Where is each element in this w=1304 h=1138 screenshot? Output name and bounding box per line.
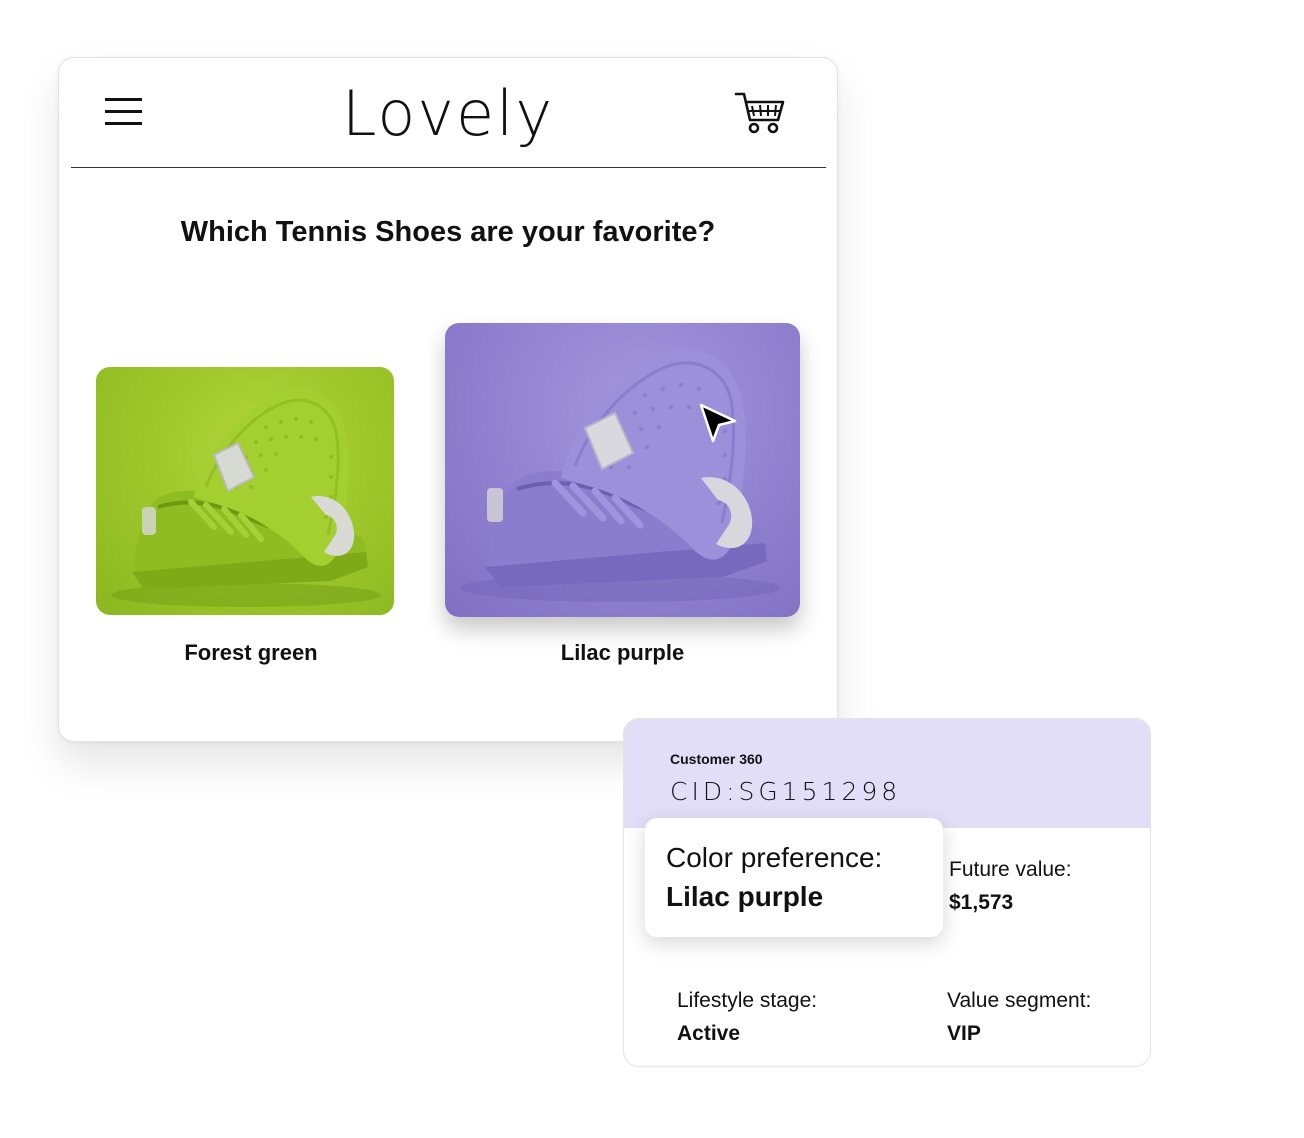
value-segment-label: Value segment: — [947, 989, 1092, 1012]
header-divider — [71, 167, 826, 168]
color-preference-label: Color preference: — [666, 842, 883, 873]
product-label-forest-green: Forest green — [184, 640, 318, 665]
shopping-cart-icon[interactable] — [734, 90, 786, 136]
color-preference-box: Color preference: Lilac purple — [645, 818, 943, 937]
value-segment-value: VIP — [947, 1022, 981, 1045]
customer-360-title: Customer 360 — [670, 751, 763, 767]
customer-360-card: Customer 360 CID:SG151298 Color preferen… — [623, 718, 1151, 1067]
future-value-label: Future value: — [949, 858, 1072, 881]
green-shoe-image[interactable] — [96, 367, 394, 615]
customer-id: CID:SG151298 — [670, 777, 902, 806]
future-value-value: $1,573 — [949, 891, 1014, 914]
store-card: Lovely Which Tennis Shoes are your favor… — [58, 57, 838, 742]
purple-shoe-image[interactable] — [445, 323, 800, 617]
customer-360-header: Customer 360 CID:SG151298 — [624, 719, 1150, 828]
question-title: Which Tennis Shoes are your favorite? — [180, 216, 716, 248]
lifestyle-stage-label: Lifestyle stage: — [677, 989, 818, 1012]
lifestyle-stage-value: Active — [677, 1022, 741, 1045]
brand-logo[interactable]: Lovely — [59, 76, 837, 152]
product-label-lilac-purple: Lilac purple — [560, 640, 685, 665]
mouse-cursor-icon — [699, 403, 737, 443]
color-preference-value: Lilac purple — [666, 881, 824, 912]
